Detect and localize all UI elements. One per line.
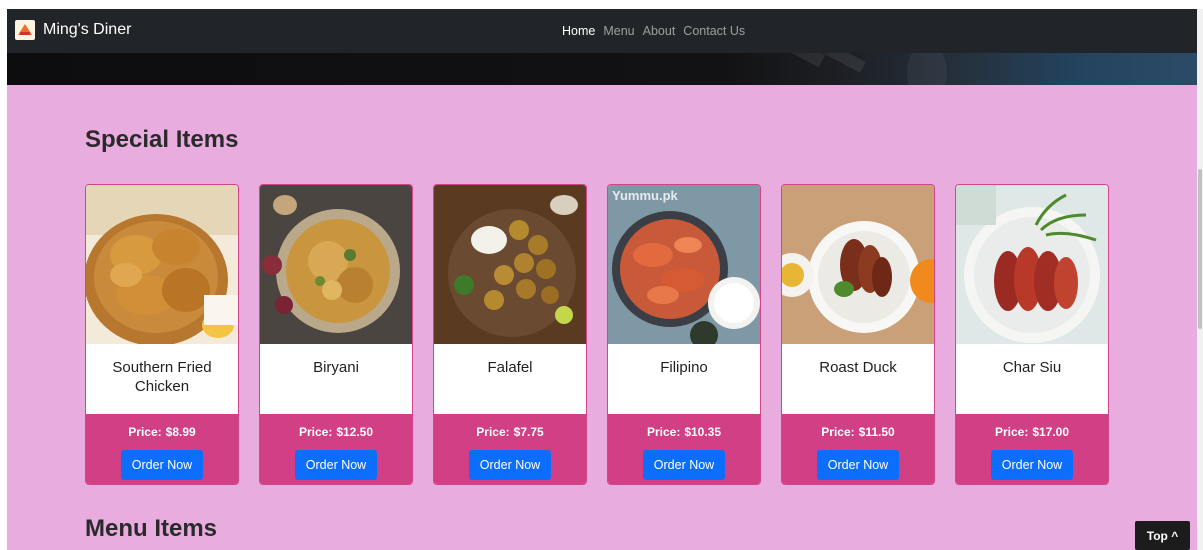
item-name: Filipino (660, 359, 708, 376)
order-now-button[interactable]: Order Now (469, 450, 551, 480)
nav-home[interactable]: Home (562, 24, 595, 38)
biryani-image (260, 185, 412, 344)
order-now-button[interactable]: Order Now (121, 450, 203, 480)
item-name: Southern Fried Chicken (112, 359, 212, 395)
special-items-list: Southern Fried Chicken Price: $8.99 Order… (85, 184, 1109, 485)
item-price: Price: $7.75 (476, 425, 544, 439)
nav-contact-us[interactable]: Contact Us (683, 24, 745, 38)
item-card: Falafel Price: $7.75 Order Now (433, 184, 587, 485)
item-footer: Price: $17.00 Order Now (956, 414, 1108, 484)
hero-banner-image (7, 53, 1197, 85)
char-siu-image (956, 185, 1108, 344)
brand[interactable]: Ming's Diner (15, 20, 131, 40)
special-items-title: Special Items (85, 126, 239, 153)
roast-duck-image (782, 185, 934, 344)
falafel-image (434, 185, 586, 344)
diner-logo-icon (15, 20, 35, 40)
item-name: Falafel (487, 359, 533, 376)
item-card: Roast Duck Price: $11.50 Order Now (781, 184, 935, 485)
item-footer: Price: $10.35 Order Now (608, 414, 760, 484)
navbar: Ming's Diner Home Menu About Contact Us (7, 9, 1197, 53)
page: Ming's Diner Home Menu About Contact Us … (7, 9, 1197, 550)
item-card: Char Siu Price: $17.00 Order Now (955, 184, 1109, 485)
item-name: Biryani (313, 359, 359, 376)
image-watermark: Yummu.pk (612, 188, 678, 203)
item-price: Price: $8.99 (128, 425, 196, 439)
back-to-top-button[interactable]: Top ^ (1135, 521, 1190, 550)
filipino-dish-image: Yummu.pk (608, 185, 760, 344)
order-now-button[interactable]: Order Now (643, 450, 725, 480)
brand-name: Ming's Diner (43, 21, 132, 38)
item-footer: Price: $11.50 Order Now (782, 414, 934, 484)
nav-about[interactable]: About (643, 24, 676, 38)
item-price: Price: $12.50 (298, 425, 374, 439)
item-price: Price: $11.50 (821, 425, 895, 439)
item-card: Biryani Price: $12.50 Order Now (259, 184, 413, 485)
item-footer: Price: $7.75 Order Now (434, 414, 586, 484)
item-price: Price: $17.00 (994, 425, 1070, 439)
fried-chicken-image (86, 185, 238, 344)
order-now-button[interactable]: Order Now (817, 450, 899, 480)
item-card: Southern Fried Chicken Price: $8.99 Order… (85, 184, 239, 485)
scrollbar-thumb[interactable] (1198, 169, 1202, 329)
item-name: Roast Duck (819, 359, 897, 376)
item-name: Char Siu (1002, 359, 1062, 376)
nav-links: Home Menu About Contact Us (562, 24, 745, 38)
item-card: Yummu.pk Filipino Price: $10.35 Order Now (607, 184, 761, 485)
page-scrollbar[interactable] (1197, 9, 1203, 550)
order-now-button[interactable]: Order Now (295, 450, 377, 480)
order-now-button[interactable]: Order Now (991, 450, 1073, 480)
menu-items-title: Menu Items (85, 515, 218, 542)
item-footer: Price: $8.99 Order Now (86, 414, 238, 484)
item-footer: Price: $12.50 Order Now (260, 414, 412, 484)
item-price: Price: $10.35 (646, 425, 722, 439)
nav-menu[interactable]: Menu (603, 24, 634, 38)
